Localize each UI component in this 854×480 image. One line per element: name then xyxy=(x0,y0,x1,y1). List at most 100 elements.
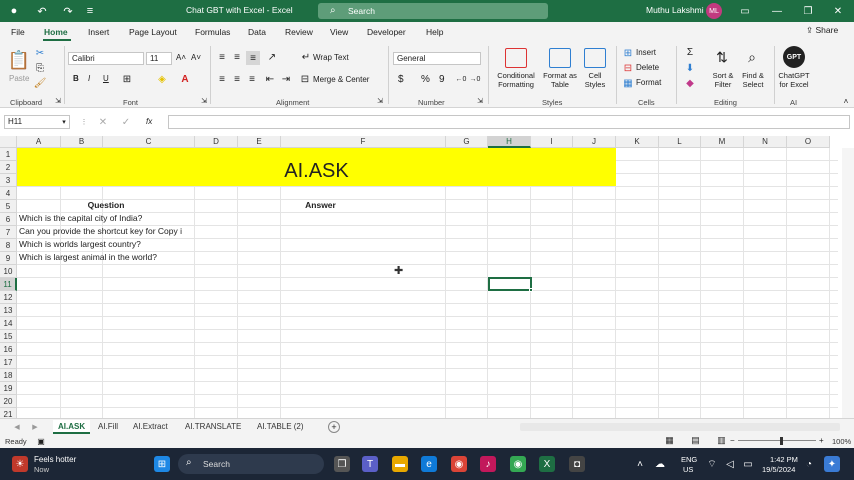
row-header[interactable]: 21 xyxy=(0,408,17,418)
conditional-formatting-icon[interactable] xyxy=(505,48,527,68)
row-header[interactable]: 11 xyxy=(0,278,17,291)
show-hidden-icons[interactable]: ˄ xyxy=(634,458,646,470)
sheet-tab[interactable]: AI.TABLE (2) xyxy=(252,420,309,434)
column-header[interactable]: F xyxy=(281,136,446,148)
windows-start-icon[interactable]: ⊞ xyxy=(154,456,170,472)
question-cell[interactable]: Which is largest animal in the world? xyxy=(19,252,195,262)
column-header[interactable]: D xyxy=(195,136,238,148)
align-bottom-icon[interactable]: ≡ xyxy=(246,51,260,65)
tab-file[interactable]: File xyxy=(11,27,25,37)
zoom-slider[interactable] xyxy=(738,440,816,441)
file-explorer-icon[interactable]: ▬ xyxy=(392,456,408,472)
normal-view-icon[interactable]: ▦ xyxy=(664,435,675,446)
confirm-entry-icon[interactable]: ✓ xyxy=(120,116,132,128)
row-header[interactable]: 1 xyxy=(0,148,17,161)
merge-center-button[interactable]: Merge & Center xyxy=(313,75,369,84)
worksheet-grid[interactable]: ABCDEFGHIJKLMNO 1 2 3 4 5 6 7 8 9 10 11 12 13 14 15 16 1… xyxy=(0,136,854,418)
sort-filter-button[interactable]: Sort & Filter xyxy=(706,71,740,89)
volume-icon[interactable]: ◁ xyxy=(724,458,736,470)
chrome-profile-icon[interactable]: ◉ xyxy=(510,456,526,472)
cell-styles-button[interactable]: Cell Styles xyxy=(580,71,610,89)
number-launcher-icon[interactable]: ⇲ xyxy=(476,97,484,105)
chatgpt-icon[interactable]: GPT xyxy=(783,46,805,68)
row-header[interactable]: 19 xyxy=(0,382,17,395)
decrease-font-icon[interactable]: A˅ xyxy=(191,53,201,62)
accessibility-icon[interactable]: ▣ xyxy=(36,436,46,446)
wrap-text-button[interactable]: Wrap Text xyxy=(313,53,349,62)
comma-button[interactable]: 9 xyxy=(439,74,445,85)
battery-icon[interactable]: ▭ xyxy=(742,458,754,470)
insert-cells-button[interactable]: Insert xyxy=(636,48,656,57)
clipboard-launcher-icon[interactable]: ⇲ xyxy=(54,97,62,105)
column-header[interactable]: N xyxy=(744,136,787,148)
tab-formulas[interactable]: Formulas xyxy=(195,27,230,37)
row-header[interactable]: 8 xyxy=(0,239,17,252)
select-all-corner[interactable] xyxy=(0,136,17,148)
name-box-dropdown-icon[interactable]: ▾ xyxy=(60,117,68,127)
zoom-slider-thumb[interactable] xyxy=(780,437,783,445)
tab-data[interactable]: Data xyxy=(248,27,266,37)
format-as-table-icon[interactable] xyxy=(549,48,571,68)
zoom-in-icon[interactable]: + xyxy=(819,436,824,445)
row-header[interactable]: 10 xyxy=(0,265,17,278)
row-header[interactable]: 6 xyxy=(0,213,17,226)
underline-button[interactable]: U xyxy=(103,74,109,83)
restore-icon[interactable]: ❐ xyxy=(799,3,817,19)
avatar[interactable]: ML xyxy=(706,3,722,19)
font-launcher-icon[interactable]: ⇲ xyxy=(200,97,208,105)
column-header[interactable]: A xyxy=(17,136,61,148)
italic-button[interactable]: I xyxy=(88,74,90,83)
column-header[interactable]: I xyxy=(531,136,573,148)
teams-icon[interactable]: T xyxy=(362,456,378,472)
sheet-tab[interactable]: AI.Extract xyxy=(128,420,173,434)
row-header[interactable]: 12 xyxy=(0,291,17,304)
currency-button[interactable]: $ xyxy=(398,74,404,85)
wifi-icon[interactable]: ⌔ xyxy=(706,458,718,470)
percent-button[interactable]: % xyxy=(421,74,430,85)
zoom-level[interactable]: 100% xyxy=(832,437,851,446)
close-icon[interactable]: ✕ xyxy=(829,3,847,19)
paste-icon[interactable]: 📋 xyxy=(8,46,30,74)
find-select-icon[interactable]: ⌕ xyxy=(742,46,762,68)
cell-styles-icon[interactable] xyxy=(584,48,606,68)
copilot-icon[interactable]: ✦ xyxy=(824,456,840,472)
row-header[interactable]: 18 xyxy=(0,369,17,382)
zoom-out-icon[interactable]: − xyxy=(730,436,735,445)
add-sheet-icon[interactable]: + xyxy=(328,421,340,433)
taskbar-search[interactable]: ⌕ Search xyxy=(178,454,324,474)
format-painter-icon[interactable]: 🖌 xyxy=(34,77,47,89)
redo-icon[interactable]: ↷ xyxy=(60,3,76,19)
cut-icon[interactable]: ✂ xyxy=(34,47,46,59)
media-icon[interactable]: ♪ xyxy=(480,456,496,472)
column-header[interactable]: G xyxy=(446,136,488,148)
tab-review[interactable]: Review xyxy=(285,27,313,37)
insert-function-icon[interactable]: fx xyxy=(146,117,152,126)
chrome-icon[interactable]: ◉ xyxy=(451,456,467,472)
delete-cells-icon[interactable]: ⊟ xyxy=(622,62,634,74)
increase-indent-icon[interactable]: ⇥ xyxy=(280,73,292,85)
excel-icon[interactable]: X xyxy=(539,456,555,472)
column-header[interactable]: K xyxy=(616,136,659,148)
delete-cells-button[interactable]: Delete xyxy=(636,63,659,72)
tab-view[interactable]: View xyxy=(330,27,348,37)
row-header[interactable]: 4 xyxy=(0,187,17,200)
cancel-entry-icon[interactable]: ✕ xyxy=(97,116,109,128)
question-cell[interactable]: Which is worlds largest country? xyxy=(19,239,195,249)
wrap-text-icon[interactable]: ↵ xyxy=(301,51,311,63)
clock-time[interactable]: 1:42 PM xyxy=(770,455,798,464)
column-header[interactable]: L xyxy=(659,136,701,148)
format-cells-icon[interactable]: ▦ xyxy=(622,77,634,89)
fill-color-icon[interactable]: ◈ xyxy=(156,73,168,85)
minimize-icon[interactable]: — xyxy=(768,3,786,19)
column-header[interactable]: M xyxy=(701,136,744,148)
tab-page-layout[interactable]: Page Layout xyxy=(129,27,177,37)
align-center-icon[interactable]: ≡ xyxy=(231,73,243,85)
question-cell[interactable]: Can you provide the shortcut key for Cop… xyxy=(19,226,195,236)
ribbon-display-icon[interactable]: ▭ xyxy=(736,3,754,19)
chatgpt-for-excel-button[interactable]: ChatGPT for Excel xyxy=(776,71,812,89)
language-text[interactable]: ENG xyxy=(681,455,697,464)
font-color-icon[interactable]: A xyxy=(179,73,191,85)
alignment-launcher-icon[interactable]: ⇲ xyxy=(376,97,384,105)
sheet-tab[interactable]: AI.ASK xyxy=(53,420,91,434)
format-cells-button[interactable]: Format xyxy=(636,78,661,87)
